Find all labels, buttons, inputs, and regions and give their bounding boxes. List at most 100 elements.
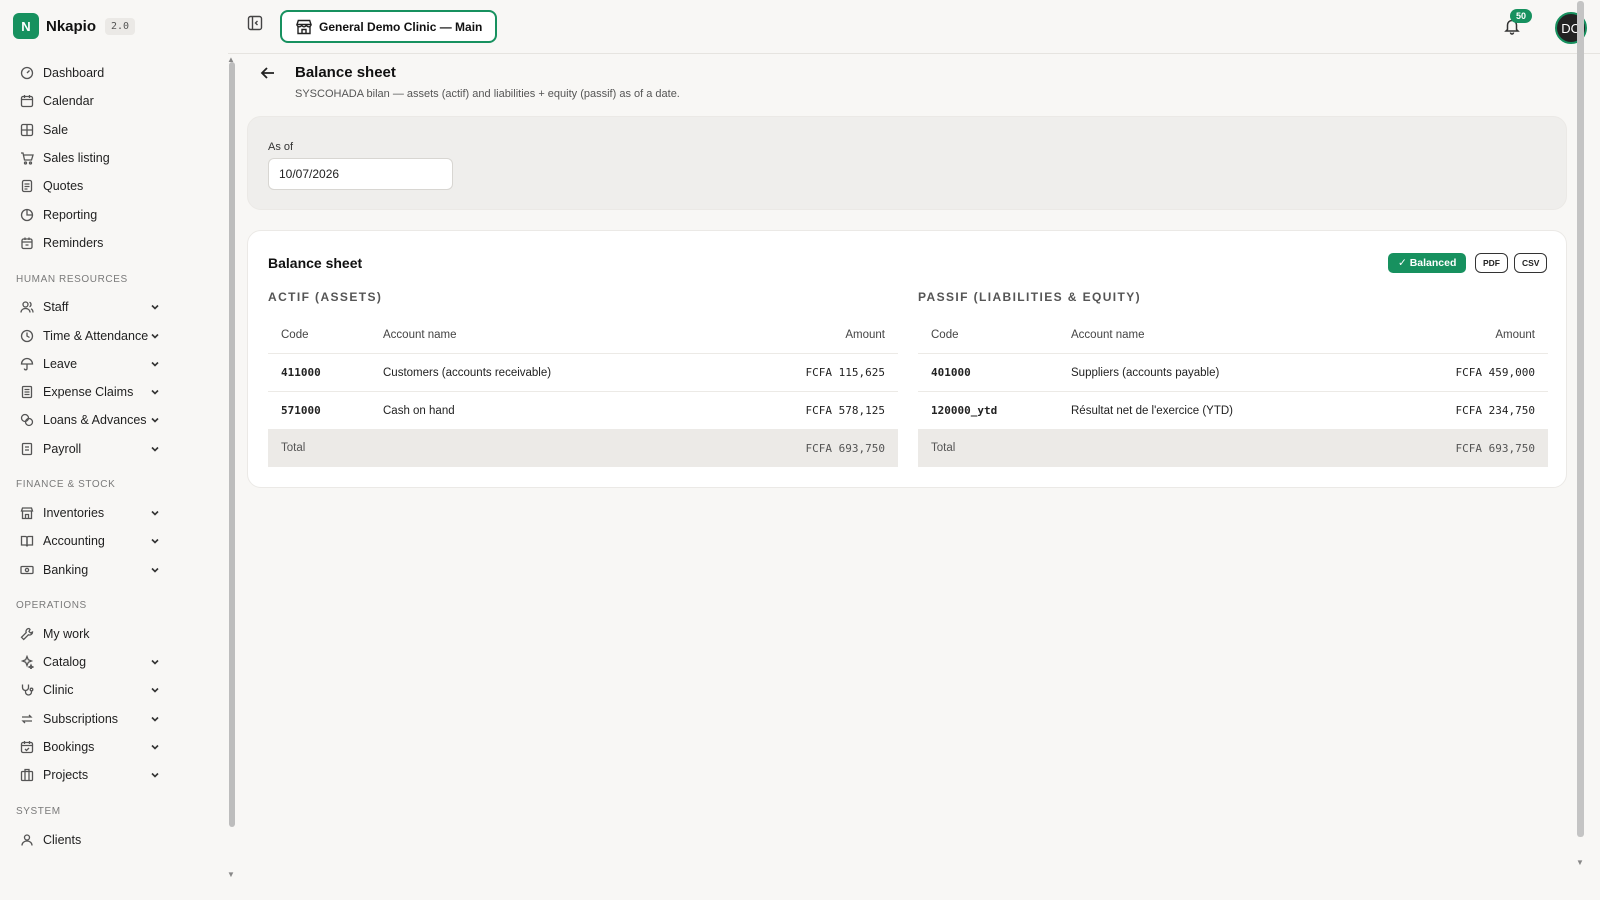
umbrella-icon [20,357,34,371]
sidebar-item-projects[interactable]: Projects [0,761,228,789]
sidebar-item-clients[interactable]: Clients [0,826,228,854]
sidebar-item-quotes[interactable]: Quotes [0,172,228,200]
table-row[interactable]: 411000 Customers (accounts receivable) F… [268,353,898,391]
page-scrollbar[interactable] [1577,1,1584,837]
section-title-operations: OPERATIONS [16,600,87,612]
table-header: Code Account name Amount [918,317,1548,353]
sidebar-item-label: My work [43,626,90,641]
chevron-down-icon [151,716,159,722]
passif-section-title: PASSIF (LIABILITIES & EQUITY) [918,290,1142,304]
account-name: Customers (accounts receivable) [383,366,552,379]
sidebar-item-dashboard[interactable]: Dashboard [0,59,228,87]
clinic-selector-label: General Demo Clinic — Main [319,19,483,34]
topbar: General Demo Clinic — Main 50 DO [228,0,1600,54]
clinic-selector-button[interactable]: General Demo Clinic — Main [280,10,498,43]
sidebar-item-label: Payroll [43,441,82,456]
chevron-down-icon [151,418,159,424]
header-code: Code [931,329,959,341]
sparkle-icon [20,655,34,670]
sidebar-item-accounting[interactable]: Accounting [0,527,228,555]
sidebar-item-label: Inventories [43,506,105,520]
table-row[interactable]: 120000_ytd Résultat net de l'exercice (Y… [918,391,1548,429]
export-pdf-button[interactable]: PDF [1475,253,1508,273]
as-of-label: As of [268,141,294,153]
sidebar-item-payroll[interactable]: Payroll [0,435,228,463]
export-csv-button[interactable]: CSV [1514,253,1548,273]
sidebar-item-reporting[interactable]: Reporting [0,200,228,228]
version-badge: 2.0 [105,17,136,35]
sidebar-item-bookings[interactable]: Bookings [0,733,228,761]
chevron-down-icon [151,510,159,516]
brand[interactable]: N Nkapio 2.0 [13,13,136,39]
sidebar-item-label: Subscriptions [43,711,119,726]
wrench-icon [20,627,34,641]
sidebar-item-label: Catalog [43,655,87,670]
section-title-human-resources: HUMAN RESOURCES [16,273,128,285]
repeat-icon [20,712,34,726]
sidebar-item-label: Reminders [43,235,104,250]
total-label: Total [931,442,956,454]
sidebar-item-label: Sales listing [43,151,110,166]
sidebar-item-calendar[interactable]: Calendar [0,87,228,115]
chevron-down-icon [151,390,159,395]
sidebar-toggle-icon[interactable] [247,15,263,31]
sidebar-item-expense-claims[interactable]: Expense Claims [0,378,228,406]
sidebar-item-sales-listing[interactable]: Sales listing [0,144,228,172]
banknote-icon [20,563,34,577]
sidebar-item-staff[interactable]: Staff [0,293,228,321]
sidebar-item-reminders[interactable]: Reminders [0,229,228,257]
sidebar-item-banking[interactable]: Banking [0,555,228,583]
sidebar-item-sale[interactable]: Sale [0,116,228,144]
chevron-down-icon [151,333,159,339]
sidebar-item-label: Banking [43,562,89,577]
chevron-down-icon [151,446,159,452]
calendar-icon [20,94,34,108]
account-code: 401000 [931,366,971,379]
header-account-name: Account name [383,329,457,341]
back-arrow-icon[interactable] [259,64,277,82]
sidebar-scrollbar[interactable] [229,62,235,827]
chevron-down-icon [151,745,159,750]
chevron-down-icon [151,773,159,779]
account-name: Cash on hand [383,404,455,417]
actif-table: Code Account name Amount 411000 Customer… [268,317,898,467]
section-title-system: SYSTEM [16,806,61,818]
section-title-finance-stock: FINANCE & STOCK [16,479,116,491]
building-icon [20,768,34,782]
table-row[interactable]: 571000 Cash on hand FCFA 578,125 [268,391,898,429]
total-row: Total FCFA 693,750 [918,429,1548,467]
total-amount: FCFA 693,750 [805,441,885,455]
sidebar-item-inventories[interactable]: Inventories [0,499,228,527]
table-row[interactable]: 401000 Suppliers (accounts payable) FCFA… [918,353,1548,391]
account-amount: FCFA 578,125 [805,404,885,417]
total-amount: FCFA 693,750 [1455,441,1535,455]
header-account-name: Account name [1071,329,1145,341]
balance-sheet-title: Balance sheet [268,255,363,271]
sidebar-item-label: Sale [43,122,69,137]
chevron-down-icon [151,361,159,367]
header-amount: Amount [845,329,885,341]
chevron-down-icon [151,660,159,665]
receipt-icon [20,385,34,399]
sidebar-item-loans-advances[interactable]: Loans & Advances [0,406,228,434]
sidebar-item-catalog[interactable]: Catalog [0,648,228,676]
page-subtitle: SYSCOHADA bilan — assets (actif) and lia… [295,88,680,100]
as-of-date-input[interactable]: 10/07/2026 [268,158,453,190]
sidebar-item-label: Bookings [43,740,95,755]
chevron-down-icon [151,539,159,544]
header-amount: Amount [1495,329,1535,341]
sidebar-item-my-work[interactable]: My work [0,620,228,648]
sidebar-item-time-attendance[interactable]: Time & Attendance [0,321,228,349]
calendar-check-icon [20,740,34,754]
scroll-down-arrow-icon[interactable]: ▼ [227,870,235,879]
sidebar-item-clinic[interactable]: Clinic [0,676,228,704]
sidebar-item-label: Expense Claims [43,385,134,400]
sidebar: N Nkapio 2.0 Dashboard Calendar Sale Sal… [0,0,235,900]
sidebar-item-subscriptions[interactable]: Subscriptions [0,705,228,733]
balance-sheet-card: Balance sheet ✓ Balanced PDF CSV ACTIF (… [247,230,1567,488]
page-title: Balance sheet [295,64,396,81]
sidebar-item-label: Clients [43,832,82,847]
scroll-down-arrow-icon[interactable]: ▼ [1576,858,1584,867]
app-logo: N [13,13,39,39]
sidebar-item-leave[interactable]: Leave [0,350,228,378]
